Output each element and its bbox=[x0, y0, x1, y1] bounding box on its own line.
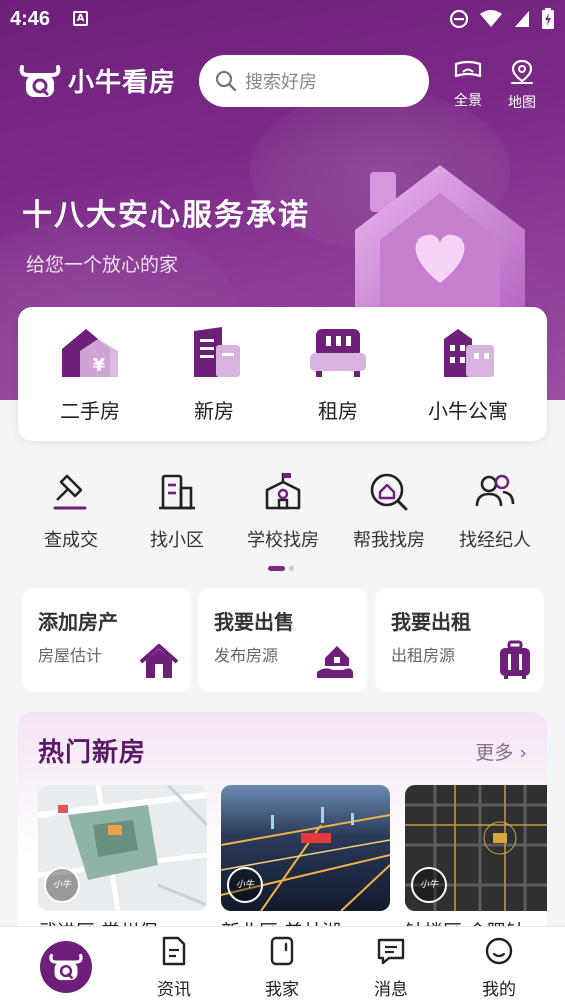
tool-school-house[interactable]: 学校找房 bbox=[233, 470, 333, 552]
status-bar: 4:46 A bbox=[0, 0, 565, 40]
brand-name: 小牛看房 bbox=[68, 68, 177, 98]
page-indicator bbox=[268, 566, 294, 571]
svg-text:¥: ¥ bbox=[93, 355, 106, 376]
action-rent-out[interactable]: 我要出租 出租房源 bbox=[375, 588, 544, 692]
house-icon bbox=[139, 644, 179, 678]
tool-label: 帮我找房 bbox=[353, 530, 425, 551]
tool-label: 查成交 bbox=[44, 530, 98, 551]
category-label: 新房 bbox=[194, 399, 234, 423]
tab-label: 消息 bbox=[374, 980, 408, 1000]
category-apartment[interactable]: 小牛公寓 bbox=[408, 325, 528, 424]
section-title: 热门新房 bbox=[38, 738, 147, 768]
category-label: 租房 bbox=[318, 399, 358, 423]
brand-badge: 小牛 bbox=[411, 867, 447, 903]
listing-thumb[interactable]: 小牛 bbox=[405, 785, 547, 911]
banner-subtitle: 给您一个放心的家 bbox=[26, 254, 179, 276]
category-new-house[interactable]: 新房 bbox=[154, 325, 274, 424]
map-pin-icon bbox=[511, 59, 533, 84]
suitcase-icon bbox=[500, 640, 530, 679]
search-icon bbox=[215, 70, 237, 92]
action-title: 我要出租 bbox=[391, 610, 471, 634]
tool-help-find[interactable]: 帮我找房 bbox=[339, 470, 439, 552]
category-label: 小牛公寓 bbox=[428, 399, 508, 423]
signal-icon bbox=[515, 11, 529, 27]
category-card: ¥ 二手房 新房 租房 小牛公寓 bbox=[18, 307, 547, 441]
tool-check-deal[interactable]: 查成交 bbox=[21, 470, 121, 552]
tool-label: 找经纪人 bbox=[459, 530, 531, 551]
panorama-button[interactable]: 全景 bbox=[448, 58, 488, 110]
tab-my-home[interactable]: 我家 bbox=[242, 935, 322, 1000]
building-icon bbox=[194, 327, 240, 377]
tab-mine[interactable]: 我的 bbox=[459, 935, 539, 1000]
tab-label: 我的 bbox=[482, 980, 516, 1000]
banner-title: 十八大安心服务承诺 bbox=[22, 198, 310, 233]
do-not-disturb-icon bbox=[449, 9, 469, 29]
brand-logo: 小牛看房 bbox=[18, 62, 176, 99]
battery-icon bbox=[542, 8, 554, 29]
search-house-icon bbox=[370, 473, 408, 511]
search-bar[interactable]: 搜索好房 bbox=[199, 55, 429, 107]
map-label: 地图 bbox=[508, 95, 536, 111]
smile-icon bbox=[485, 937, 513, 965]
category-second-hand[interactable]: ¥ 二手房 bbox=[30, 325, 150, 424]
apartment-icon bbox=[444, 329, 494, 377]
search-placeholder: 搜索好房 bbox=[245, 72, 317, 93]
tool-find-agent[interactable]: 找经纪人 bbox=[445, 470, 545, 552]
notification-icon: A bbox=[73, 11, 88, 26]
sofa-icon bbox=[310, 329, 366, 377]
tab-label: 我家 bbox=[265, 980, 299, 1000]
school-icon bbox=[265, 473, 301, 510]
status-icons bbox=[449, 8, 555, 30]
house-yen-icon: ¥ bbox=[62, 329, 118, 377]
niu-logo-icon bbox=[49, 953, 83, 981]
tool-label: 找小区 bbox=[150, 530, 204, 551]
tool-find-community[interactable]: 找小区 bbox=[127, 470, 227, 552]
brand-badge: 小牛 bbox=[44, 867, 80, 903]
hand-house-icon bbox=[317, 646, 353, 678]
action-add-property[interactable]: 添加房产 房屋估计 bbox=[22, 588, 191, 692]
tab-home[interactable] bbox=[40, 941, 92, 993]
action-subtitle: 发布房源 bbox=[214, 646, 279, 665]
tool-label: 学校找房 bbox=[247, 530, 319, 551]
action-title: 我要出售 bbox=[214, 610, 294, 634]
community-building-icon bbox=[159, 474, 195, 510]
map-button[interactable]: 地图 bbox=[502, 58, 542, 112]
bottom-tab-bar: 资讯 我家 消息 我的 bbox=[0, 926, 565, 1004]
page-dot bbox=[289, 566, 294, 571]
gavel-icon bbox=[53, 474, 87, 510]
panorama-label: 全景 bbox=[454, 93, 482, 109]
tab-label: 资讯 bbox=[157, 980, 191, 1000]
phone-home-icon bbox=[270, 936, 294, 966]
wifi-icon bbox=[480, 10, 502, 27]
action-sell[interactable]: 我要出售 发布房源 bbox=[198, 588, 367, 692]
more-link[interactable]: 更多 › bbox=[475, 738, 527, 765]
heart-house-illustration bbox=[355, 165, 525, 320]
category-rent[interactable]: 租房 bbox=[278, 325, 398, 424]
niu-logo-icon bbox=[19, 64, 61, 97]
people-icon bbox=[475, 474, 515, 507]
action-subtitle: 房屋估计 bbox=[38, 646, 103, 665]
category-label: 二手房 bbox=[60, 399, 120, 423]
chevron-right-icon: › bbox=[519, 742, 527, 764]
tab-news[interactable]: 资讯 bbox=[134, 935, 214, 1000]
brand-badge: 小牛 bbox=[227, 867, 263, 903]
document-icon bbox=[162, 936, 186, 966]
page-dot-active bbox=[268, 566, 285, 571]
action-title: 添加房产 bbox=[38, 610, 118, 634]
chat-icon bbox=[377, 938, 405, 965]
action-subtitle: 出租房源 bbox=[391, 646, 456, 665]
panorama-icon bbox=[454, 60, 482, 78]
status-time: 4:46 bbox=[10, 8, 51, 30]
tab-messages[interactable]: 消息 bbox=[351, 935, 431, 1000]
listing-thumb[interactable]: 小牛 bbox=[38, 785, 207, 911]
more-label: 更多 bbox=[475, 742, 514, 764]
listing-thumb[interactable]: 小牛 bbox=[221, 785, 390, 911]
